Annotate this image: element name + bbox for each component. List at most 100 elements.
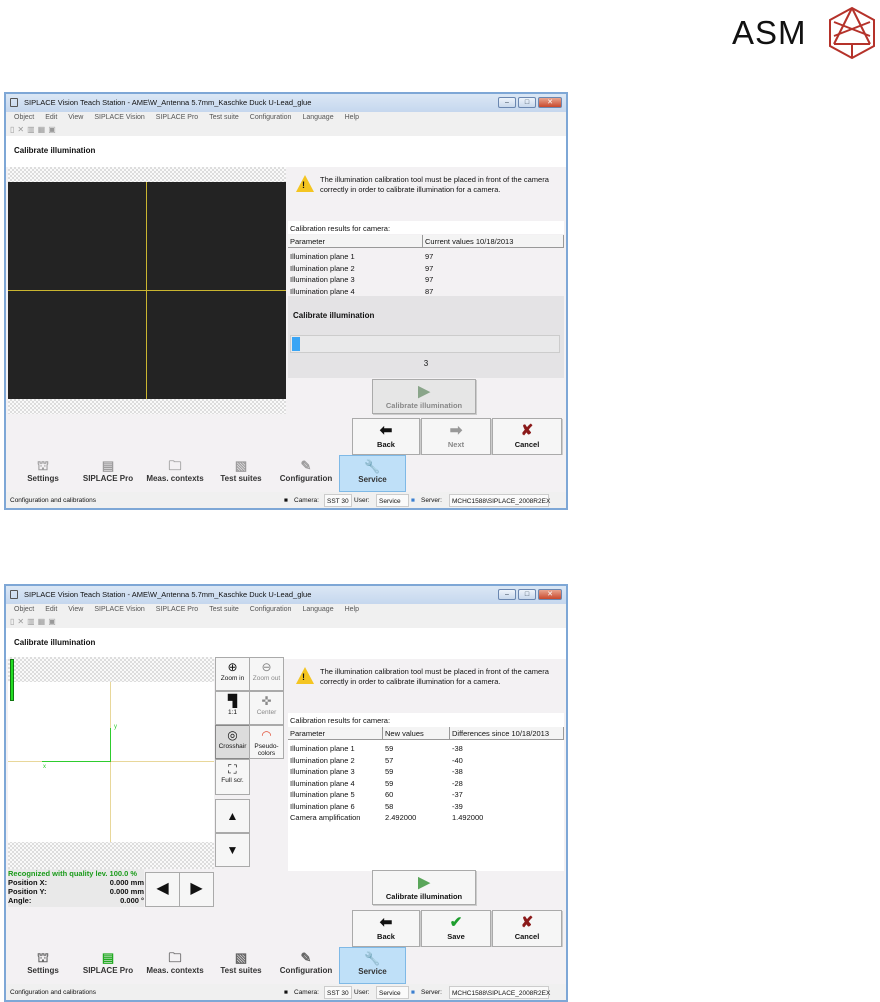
table-row[interactable]: Illumination plane 3 97 [288,274,564,286]
save-icon[interactable]: ▣ [48,125,59,134]
table-row[interactable]: Illumination plane 2 57 -40 [288,755,564,767]
tab-meas-contexts[interactable]: 🗀 Meas. contexts [142,947,208,984]
table-row[interactable]: Illumination plane 6 58 -39 [288,801,564,813]
one-to-one-button[interactable]: ▜ 1:1 [215,691,250,725]
next-button[interactable]: ➡ Next [421,418,491,455]
table-cell: 59 [385,744,394,753]
cancel-button[interactable]: ✘ Cancel [492,418,562,455]
tab-siplace-pro[interactable]: ▤ SIPLACE Pro [74,455,142,492]
tab-service[interactable]: 🔧 Service [339,947,406,984]
pan-right-button[interactable]: ▶ [179,872,214,907]
menu-item-edit[interactable]: Edit [45,606,57,616]
menu-item-edit[interactable]: Edit [45,114,57,124]
table-row[interactable]: Illumination plane 4 59 -28 [288,778,564,790]
save-icon[interactable]: ▣ [48,617,59,626]
tab-label: Meas. contexts [146,966,204,975]
server-icon: ■ [411,989,415,996]
table-row[interactable]: Camera amplification 2.492000 1.492000 [288,812,564,824]
menu-item-siplace-vision[interactable]: SIPLACE Vision [94,606,144,616]
window-title: SIPLACE Vision Teach Station - AME\W_Ant… [24,98,312,107]
crosshair-label: Crosshair [218,743,247,750]
results-label: Calibration results for camera: [288,221,564,234]
close-button[interactable]: ✕ [538,97,562,108]
grid-icon[interactable]: ▦ [38,617,49,626]
menu-item-test-suite[interactable]: Test suite [209,606,239,616]
table-row[interactable]: Illumination plane 5 60 -37 [288,789,564,801]
maximize-button[interactable]: □ [518,97,536,108]
columns-icon[interactable]: ▥ [27,125,38,134]
menu-item-configuration[interactable]: Configuration [250,114,292,124]
crosshair-horizontal [8,761,214,762]
full-screen-button[interactable]: ⛶ Full scr. [215,759,250,795]
maximize-button[interactable]: □ [518,589,536,600]
tab-settings[interactable]: ⛫ Settings [12,947,74,984]
table-row[interactable]: Illumination plane 2 97 [288,263,564,275]
pan-left-button[interactable]: ◀ [145,872,180,907]
menu-item-language[interactable]: Language [302,114,333,124]
column-header[interactable]: Current values 10/18/2013 [423,235,564,247]
menu-item-help[interactable]: Help [345,114,359,124]
column-header[interactable]: Parameter [288,235,423,247]
folder-icon: 🗀 [168,950,182,965]
progress-group: Calibrate illumination 3 [288,296,564,378]
center-button[interactable]: ✜ Center [249,691,284,725]
menu-item-language[interactable]: Language [302,606,333,616]
angle-label: Angle: [8,896,32,905]
tab-settings[interactable]: ⛫ Settings [12,455,74,492]
zoom-out-button[interactable]: ⊖ Zoom out [249,657,284,691]
menu-item-view[interactable]: View [68,606,83,616]
menu-item-object[interactable]: Object [14,114,34,124]
calibrate-illumination-button[interactable]: ▶ Calibrate illumination [372,379,476,414]
camera-view[interactable] [8,167,286,414]
zoom-in-button[interactable]: ⊕ Zoom in [215,657,250,691]
table-row[interactable]: Illumination plane 3 59 -38 [288,766,564,778]
tab-meas-contexts[interactable]: 🗀 Meas. contexts [142,455,208,492]
crosshair-horizontal [8,290,286,291]
siplace-pro-icon: ▤ [101,458,115,473]
tab-service[interactable]: 🔧 Service [339,455,406,492]
tab-label: Service [358,475,387,484]
menu-item-configuration[interactable]: Configuration [250,606,292,616]
delete-icon[interactable]: ✕ [17,617,27,626]
tab-test-suites[interactable]: ▧ Test suites [209,455,273,492]
table-cell: Illumination plane 3 [290,275,355,284]
minimize-button[interactable]: – [498,589,516,600]
title-bar: SIPLACE Vision Teach Station - AME\W_Ant… [6,94,566,112]
back-button[interactable]: ⬅ Back [352,418,420,455]
tab-configuration[interactable]: ✎ Configuration [273,947,339,984]
column-header[interactable]: New values [383,727,450,739]
menu-item-test-suite[interactable]: Test suite [209,114,239,124]
cancel-button[interactable]: ✘ Cancel [492,910,562,947]
minimize-button[interactable]: – [498,97,516,108]
calibration-panel: ! The illumination calibration tool must… [288,659,564,947]
pseudo-colors-button[interactable]: ◠ Pseudo-colors [249,725,284,759]
camera-view[interactable]: y x [8,657,214,869]
arrow-left-icon: ⬅ [379,914,393,931]
delete-icon[interactable]: ✕ [17,125,27,134]
menu-item-view[interactable]: View [68,114,83,124]
triangle-down-icon: ▼ [226,843,239,857]
close-button[interactable]: ✕ [538,589,562,600]
tab-configuration[interactable]: ✎ Configuration [273,455,339,492]
save-button[interactable]: ✔ Save [421,910,491,947]
grid-icon[interactable]: ▦ [38,125,49,134]
column-header[interactable]: Differences since 10/18/2013 [450,727,564,739]
menu-item-siplace-pro[interactable]: SIPLACE Pro [156,114,198,124]
tab-label: SIPLACE Pro [82,966,134,975]
pan-up-button[interactable]: ▲ [215,799,250,833]
menu-item-help[interactable]: Help [345,606,359,616]
tab-test-suites[interactable]: ▧ Test suites [209,947,273,984]
menu-item-siplace-pro[interactable]: SIPLACE Pro [156,606,198,616]
table-row[interactable]: Illumination plane 1 59 -38 [288,743,564,755]
menu-item-object[interactable]: Object [14,606,34,616]
column-header[interactable]: Parameter [288,727,383,739]
table-row[interactable]: Illumination plane 1 97 [288,251,564,263]
table-cell: Illumination plane 6 [290,801,355,811]
menu-item-siplace-vision[interactable]: SIPLACE Vision [94,114,144,124]
calibrate-illumination-button[interactable]: ▶ Calibrate illumination [372,870,476,905]
columns-icon[interactable]: ▥ [27,617,38,626]
back-button[interactable]: ⬅ Back [352,910,420,947]
pan-down-button[interactable]: ▼ [215,833,250,867]
crosshair-button[interactable]: ◎ Crosshair [215,725,250,759]
tab-siplace-pro[interactable]: ▤ SIPLACE Pro [74,947,142,984]
